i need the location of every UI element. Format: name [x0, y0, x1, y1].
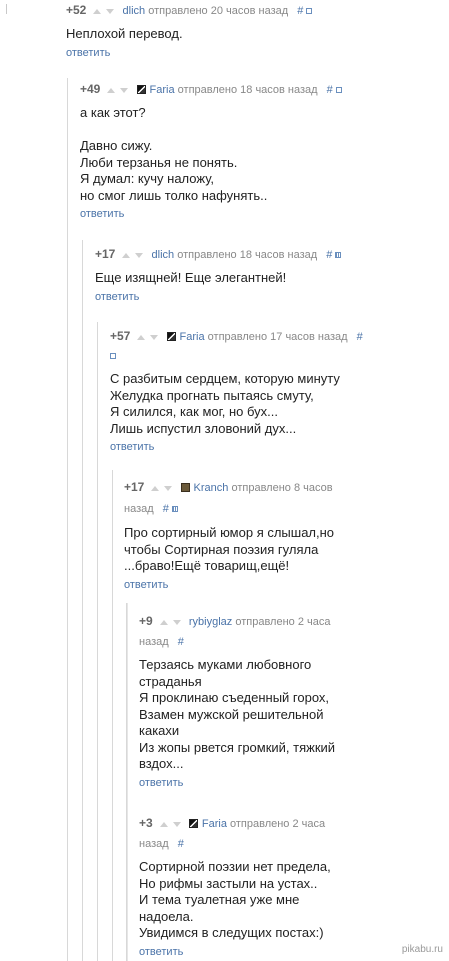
comment-author[interactable]: Faria: [180, 331, 205, 343]
thread-indicator: [6, 4, 7, 14]
comment-text: а как этот? Давно сижу. Люби терзанья не…: [80, 105, 268, 203]
reply-link[interactable]: ответить: [139, 777, 183, 789]
permalink[interactable]: #: [178, 838, 184, 850]
reply-link[interactable]: ответить: [139, 946, 183, 958]
comment-rating: +17: [124, 480, 145, 494]
vote-down-icon[interactable]: [150, 334, 159, 340]
vote-up-icon[interactable]: [159, 619, 168, 625]
permalink[interactable]: #: [327, 84, 333, 96]
comment-text: Сортирной поэзии нет предела, Но рифмы з…: [139, 859, 331, 940]
comment-text: С разбитым сердцем, которую минуту Желуд…: [110, 371, 340, 436]
vote-up-icon[interactable]: [159, 821, 168, 827]
comment-meta: отправлено 17 часов назад: [207, 331, 348, 343]
vote-down-icon[interactable]: [164, 485, 173, 491]
comment: +17 Kranch отправлено 8 часов назад # Пр…: [124, 477, 354, 593]
thread-line: [97, 322, 98, 961]
comment-rating: +49: [80, 82, 101, 96]
comment-author[interactable]: rybiyglaz: [189, 616, 232, 628]
permalink[interactable]: #: [178, 636, 184, 648]
comment-text: Терзаясь муками любовного страданья Я пр…: [139, 657, 336, 771]
reply-link[interactable]: ответить: [124, 579, 168, 591]
permalink[interactable]: #: [357, 331, 363, 343]
permalink[interactable]: #: [297, 5, 303, 17]
comment-header: +3 Faria отправлено 2 часа назад #: [139, 813, 351, 854]
comment-rating: +9: [139, 614, 153, 628]
expand-icon[interactable]: [335, 87, 342, 93]
permalink[interactable]: #: [163, 503, 169, 515]
comment-header: +17 dlich отправлено 18 часов назад #: [95, 247, 440, 263]
reply-link[interactable]: ответить: [80, 208, 124, 220]
thread-line: [127, 603, 128, 961]
permalink[interactable]: #: [326, 249, 332, 261]
comment-text: Еще изящней! Еще элегантней!: [95, 270, 287, 285]
comment-meta: отправлено 18 часов назад: [177, 84, 318, 96]
vote-up-icon[interactable]: [122, 252, 131, 258]
comment-rating: +17: [95, 247, 116, 261]
vote-up-icon[interactable]: [151, 485, 160, 491]
comment: +3 Faria отправлено 2 часа назад # Сорти…: [139, 813, 351, 960]
comment-text: Про сортирный юмор я слышал,но чтобы Сор…: [124, 525, 335, 573]
user-avatar-icon: [188, 819, 198, 828]
vote-down-icon[interactable]: [172, 821, 181, 827]
expand-icon[interactable]: [306, 8, 313, 14]
comment: +49 Faria отправлено 18 часов назад # а …: [80, 82, 440, 222]
reply-link[interactable]: ответить: [95, 291, 139, 303]
vote-up-icon[interactable]: [137, 334, 146, 340]
vote-up-icon[interactable]: [93, 8, 102, 14]
comment-rating: +57: [110, 329, 131, 343]
vote-down-icon[interactable]: [172, 619, 181, 625]
comment-header: +52 dlich отправлено 20 часов назад #: [66, 3, 436, 19]
vote-down-icon[interactable]: [106, 8, 115, 14]
comment: +57 Faria отправлено 17 часов назад # С …: [110, 327, 372, 455]
comment-rating: +3: [139, 816, 153, 830]
comment: +9 rybiyglaz отправлено 2 часа назад # Т…: [139, 611, 351, 791]
comment-text: Неплохой перевод.: [66, 26, 183, 41]
comment-meta: отправлено 18 часов назад: [177, 249, 318, 261]
expand-icon[interactable]: [171, 506, 178, 512]
comment-author[interactable]: dlich: [123, 5, 146, 17]
expand-icon[interactable]: [110, 353, 116, 359]
vote-up-icon[interactable]: [107, 87, 116, 93]
reply-link[interactable]: ответить: [66, 47, 110, 59]
comment-header: +17 Kranch отправлено 8 часов назад #: [124, 477, 354, 520]
comment-author[interactable]: Faria: [202, 818, 227, 830]
thread-line: [67, 78, 68, 961]
thread-line: [82, 240, 83, 961]
user-avatar-icon: [180, 483, 190, 492]
reply-link[interactable]: ответить: [110, 441, 154, 453]
comment-author[interactable]: Faria: [150, 84, 175, 96]
vote-down-icon[interactable]: [120, 87, 129, 93]
thread-line: [112, 470, 113, 961]
user-avatar-icon: [166, 332, 176, 341]
comment: +52 dlich отправлено 20 часов назад # Не…: [66, 3, 436, 61]
comment-meta: отправлено 20 часов назад: [148, 5, 289, 17]
comment: +17 dlich отправлено 18 часов назад # Ещ…: [95, 247, 440, 305]
comment-author[interactable]: dlich: [152, 249, 175, 261]
vote-down-icon[interactable]: [135, 252, 144, 258]
watermark: pikabu.ru: [401, 944, 443, 955]
user-avatar-icon: [136, 85, 146, 94]
comment-header: +57 Faria отправлено 17 часов назад #: [110, 327, 372, 366]
comment-author[interactable]: Kranch: [194, 482, 229, 494]
comment-header: +9 rybiyglaz отправлено 2 часа назад #: [139, 611, 351, 652]
comment-rating: +52: [66, 3, 87, 17]
comment-header: +49 Faria отправлено 18 часов назад #: [80, 82, 440, 98]
expand-icon[interactable]: [335, 252, 342, 258]
